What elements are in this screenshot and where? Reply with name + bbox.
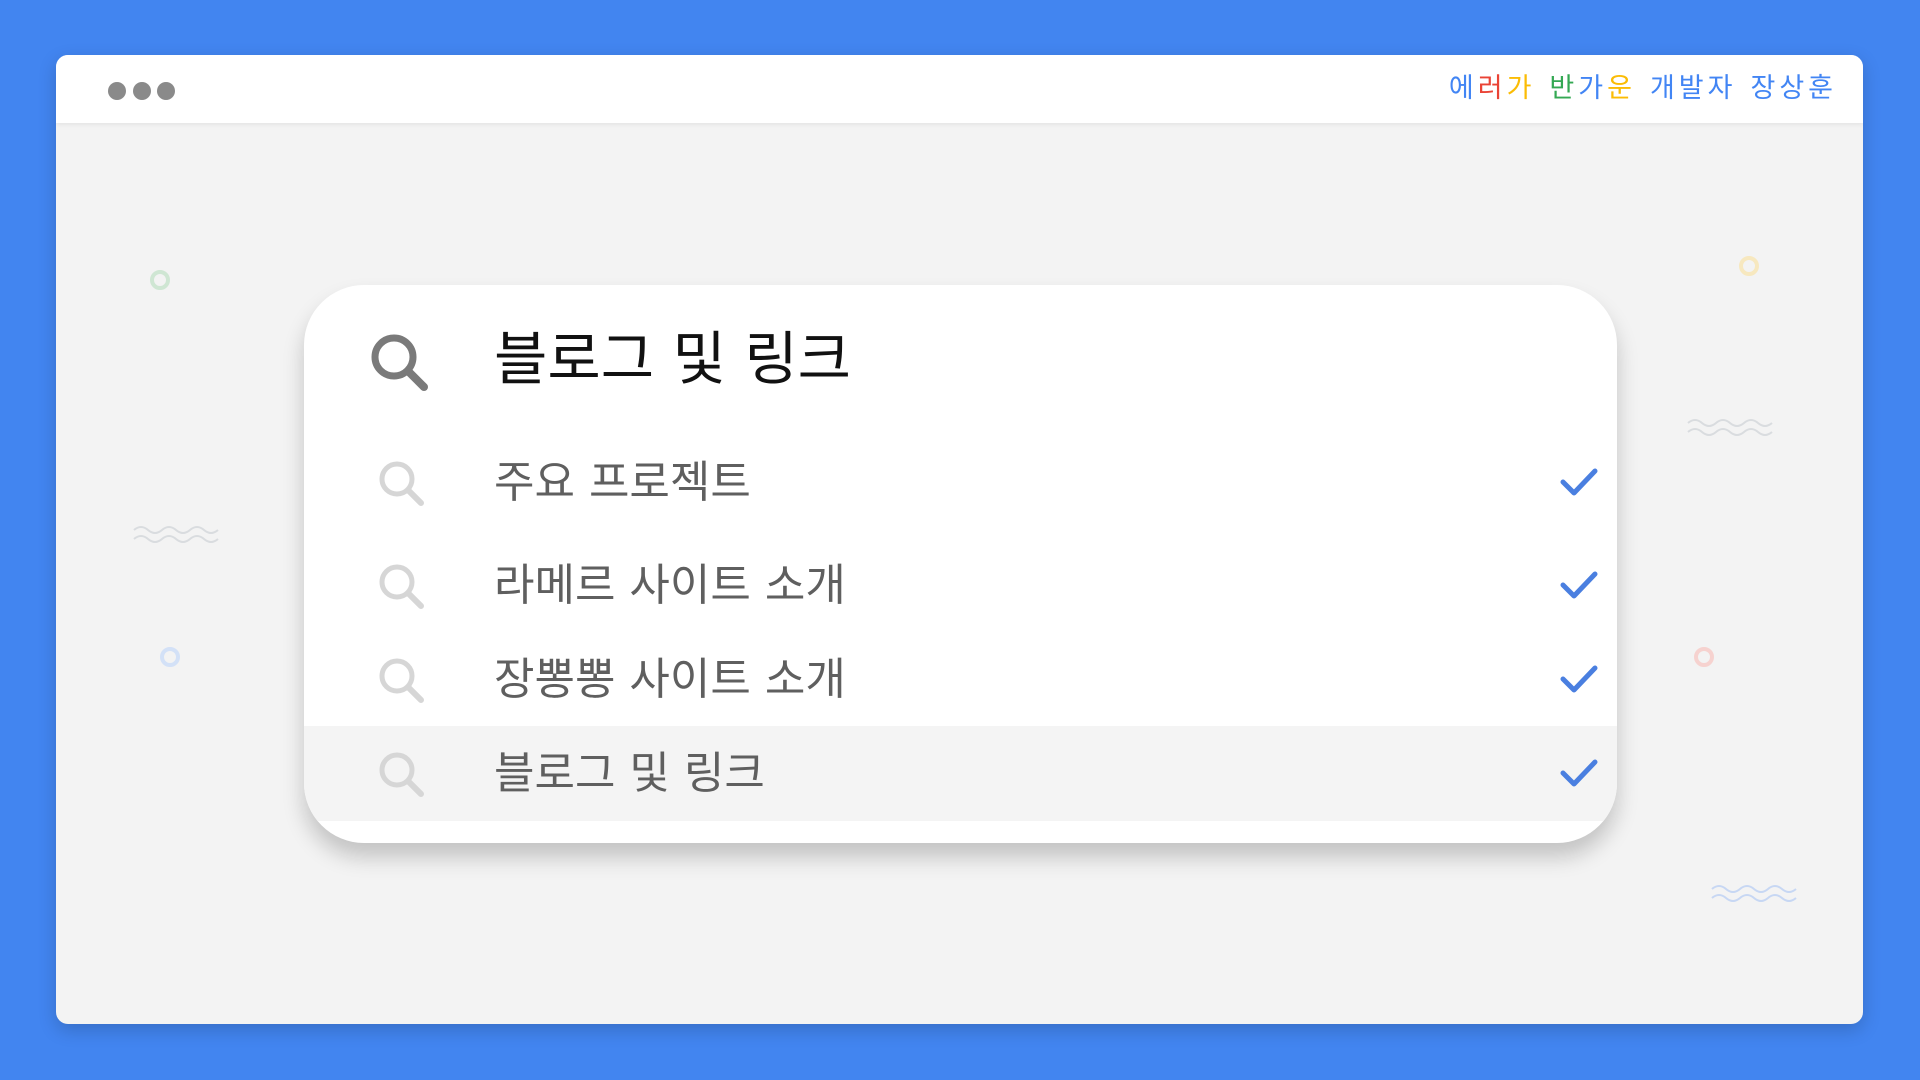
suggestion-label: 라메르 사이트 소개: [494, 560, 846, 611]
check-icon: [1560, 571, 1598, 599]
window-control-dot[interactable]: [108, 82, 126, 100]
check-icon: [1560, 759, 1598, 787]
greeting-char: 반: [1549, 73, 1579, 104]
greeting-char: 훈: [1808, 73, 1837, 104]
decor-ring-icon: [160, 647, 180, 667]
title-bar: 에러가 반가운 개발자 장상훈: [56, 55, 1863, 123]
search-box[interactable]: 블로그 및 링크: [304, 285, 1617, 435]
search-icon: [379, 564, 424, 609]
greeting-char: 가: [1506, 73, 1536, 104]
suggestion-label: 블로그 및 링크: [494, 748, 765, 799]
window-control-dot[interactable]: [133, 82, 151, 100]
decor-wave-icon: [1711, 885, 1797, 902]
search-icon: [379, 461, 424, 506]
greeting-char: 자: [1707, 73, 1737, 104]
greeting-char: 에: [1448, 73, 1478, 104]
suggestion-item[interactable]: 장뽕뽕 사이트 소개: [304, 632, 1617, 727]
greeting-char: 가: [1578, 73, 1608, 104]
search-icon: [379, 658, 424, 703]
greeting-char: 개: [1649, 73, 1679, 104]
suggestion-label: 장뽕뽕 사이트 소개: [494, 654, 846, 705]
decor-wave-icon: [1687, 419, 1773, 436]
search-query[interactable]: 블로그 및 링크: [494, 323, 851, 395]
browser-window: 에러가 반가운 개발자 장상훈 블로그 및 링크 주요 프로젝트 라메르 사이트…: [56, 55, 1863, 1024]
decor-ring-icon: [1739, 256, 1759, 276]
greeting-char: 운: [1607, 73, 1636, 104]
suggestion-item[interactable]: 라메르 사이트 소개: [304, 538, 1617, 633]
greeting-char: 상: [1779, 73, 1809, 104]
suggestion-item-active[interactable]: 블로그 및 링크: [304, 726, 1617, 821]
search-icon: [371, 334, 428, 391]
suggestion-label: 주요 프로젝트: [494, 457, 751, 508]
decor-ring-icon: [150, 270, 170, 290]
search-icon: [379, 752, 424, 797]
search-card: 블로그 및 링크 주요 프로젝트 라메르 사이트 소개 장뽕뽕 사이트 소개 블…: [304, 285, 1617, 843]
check-icon: [1560, 665, 1598, 693]
window-control-dot[interactable]: [157, 82, 175, 100]
greeting-char: 장: [1750, 73, 1780, 104]
suggestion-item[interactable]: 주요 프로젝트: [304, 435, 1617, 530]
greeting-char: 발: [1678, 73, 1708, 104]
decor-wave-icon: [133, 526, 219, 543]
greeting-text: 에러가 반가운 개발자 장상훈: [1449, 71, 1837, 107]
greeting-char: 러: [1477, 73, 1507, 104]
check-icon: [1560, 468, 1598, 496]
decor-ring-icon: [1694, 647, 1714, 667]
